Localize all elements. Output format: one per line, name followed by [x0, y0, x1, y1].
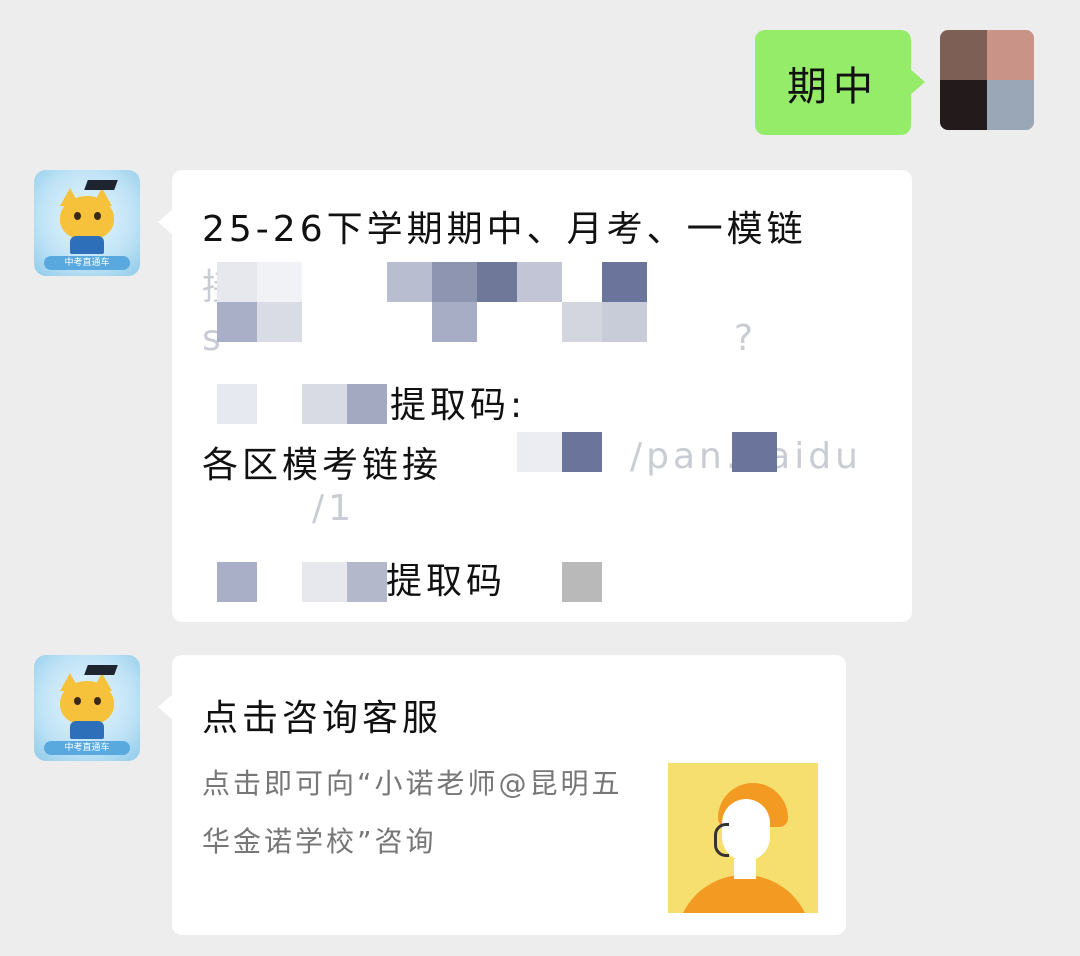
user-message-text: 期中: [787, 63, 879, 110]
customer-service-card[interactable]: 点击咨询客服 点击即可向“小诺老师@昆明五华金诺学校”咨询: [158, 655, 846, 935]
bot-avatar[interactable]: 中考直通车: [34, 655, 140, 761]
card-title: 点击咨询客服: [202, 698, 443, 739]
avatar-banner: 中考直通车: [44, 741, 130, 755]
message-line-6-partial: /1: [312, 488, 356, 529]
district-link-label: 各区模考链接: [202, 445, 443, 486]
extraction-code-label-1: 提取码:: [390, 385, 527, 426]
user-message-bubble[interactable]: 期中: [755, 30, 925, 135]
user-avatar[interactable]: [940, 30, 1034, 130]
headset-icon: [714, 823, 729, 857]
card-description: 点击即可向“小诺老师@昆明五华金诺学校”咨询: [202, 767, 623, 858]
bot-message-bubble[interactable]: 25-26下学期期中、月考、一模链 接 s ? 提取码: 各区模考链接 /pan…: [158, 170, 912, 622]
extraction-code-label-2: 提取码: [386, 561, 507, 602]
graduation-cap-icon: [84, 665, 118, 675]
blur-mosaic: [217, 262, 257, 302]
graduation-cap-icon: [84, 180, 118, 190]
message-line-1: 25-26下学期期中、月考、一模链: [202, 209, 807, 250]
avatar-banner: 中考直通车: [44, 256, 130, 270]
bot-avatar[interactable]: 中考直通车: [34, 170, 140, 276]
customer-service-agent-icon: [668, 763, 818, 913]
message-line-3-end: ?: [734, 318, 758, 359]
